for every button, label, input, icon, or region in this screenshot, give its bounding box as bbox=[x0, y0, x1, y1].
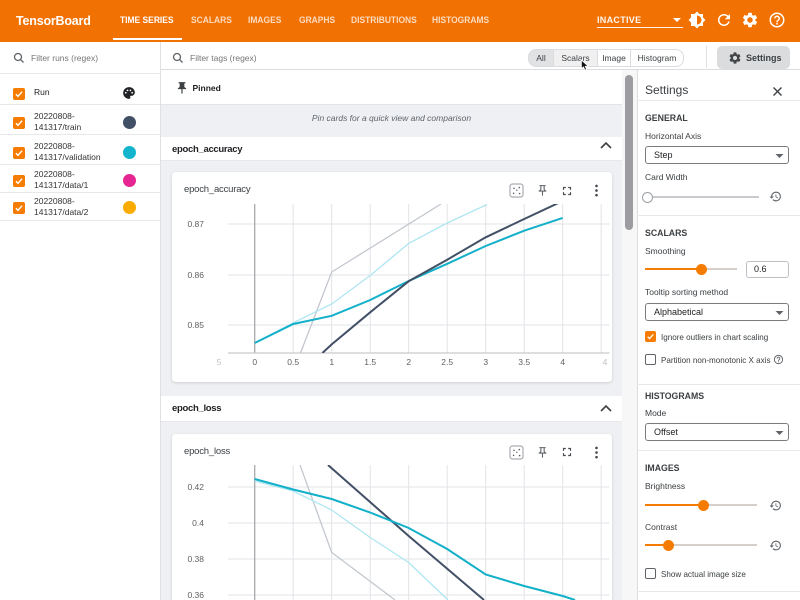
svg-text:0: 0 bbox=[252, 357, 257, 367]
svg-text:0.38: 0.38 bbox=[187, 554, 204, 564]
svg-text:3: 3 bbox=[483, 357, 488, 367]
svg-text:0.42: 0.42 bbox=[187, 482, 204, 492]
svg-text:4: 4 bbox=[603, 357, 608, 367]
svg-text:0.85: 0.85 bbox=[187, 320, 204, 330]
svg-text:1.5: 1.5 bbox=[364, 357, 376, 367]
svg-text:4: 4 bbox=[560, 357, 565, 367]
svg-text:0.86: 0.86 bbox=[187, 270, 204, 280]
svg-text:0.36: 0.36 bbox=[187, 590, 204, 600]
svg-text:5: 5 bbox=[217, 357, 222, 367]
svg-text:1: 1 bbox=[329, 357, 334, 367]
svg-text:0.4: 0.4 bbox=[192, 518, 204, 528]
svg-text:2: 2 bbox=[406, 357, 411, 367]
svg-text:0.87: 0.87 bbox=[187, 219, 204, 229]
svg-text:0.5: 0.5 bbox=[287, 357, 299, 367]
svg-text:3.5: 3.5 bbox=[518, 357, 530, 367]
svg-text:2.5: 2.5 bbox=[441, 357, 453, 367]
